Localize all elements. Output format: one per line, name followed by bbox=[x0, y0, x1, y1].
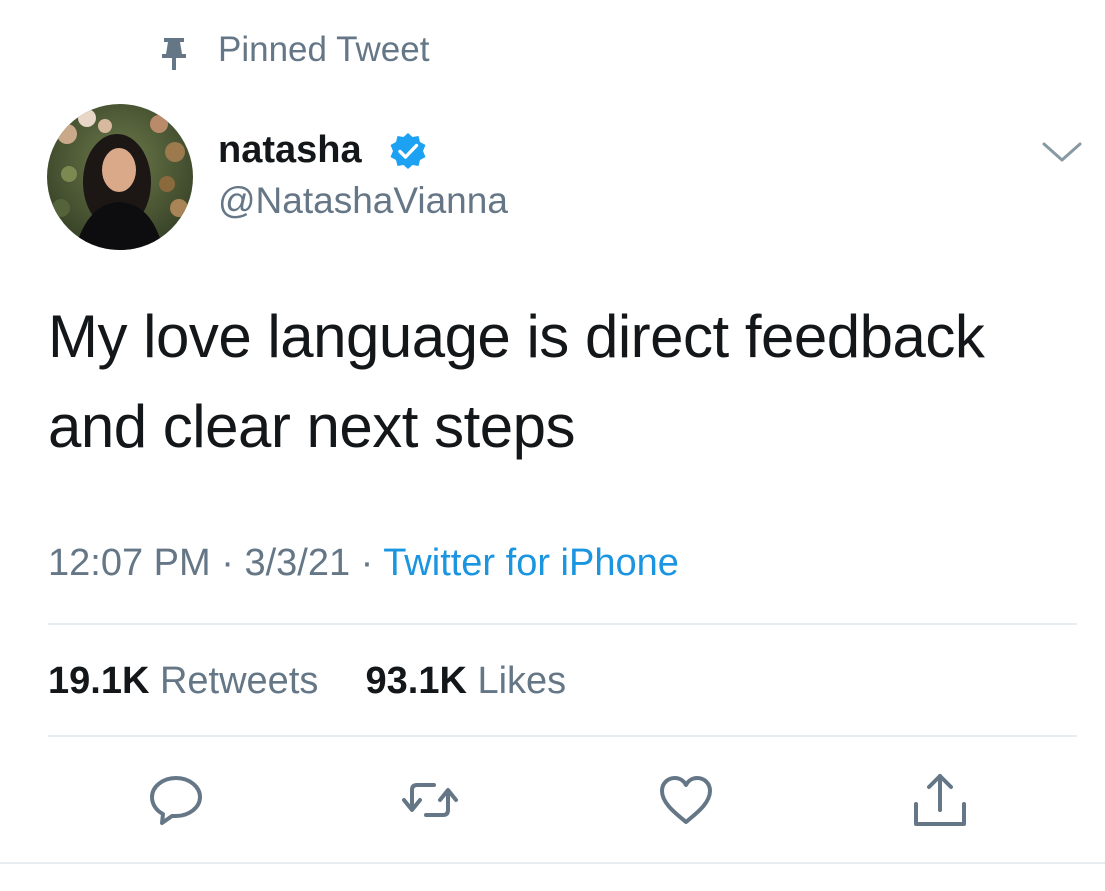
tweet-source-link[interactable]: Twitter for iPhone bbox=[383, 542, 679, 584]
retweets-stat[interactable]: 19.1K Retweets bbox=[48, 660, 329, 702]
divider bbox=[48, 623, 1077, 625]
pinned-tweet-label: Pinned Tweet bbox=[218, 30, 430, 69]
bottom-divider bbox=[0, 862, 1105, 864]
like-button[interactable] bbox=[656, 770, 716, 830]
retweet-button[interactable] bbox=[400, 770, 460, 830]
share-icon bbox=[914, 774, 966, 826]
reply-icon bbox=[150, 776, 202, 825]
tweet-stats: 19.1K Retweets 93.1K Likes bbox=[48, 658, 566, 704]
likes-label: Likes bbox=[477, 660, 567, 702]
meta-separator: · bbox=[360, 542, 374, 584]
avatar[interactable] bbox=[47, 104, 193, 250]
verified-badge-icon bbox=[388, 131, 428, 171]
tweet-text: My love language is direct feedback and … bbox=[48, 303, 985, 460]
user-handle[interactable]: @NatashaVianna bbox=[218, 179, 508, 223]
retweet-icon bbox=[402, 783, 458, 817]
likes-stat[interactable]: 93.1K Likes bbox=[366, 660, 567, 702]
heart-icon bbox=[660, 776, 712, 824]
divider bbox=[48, 735, 1077, 737]
tweet-meta: 12:07 PM · 3/3/21 · Twitter for iPhone bbox=[48, 540, 679, 586]
tweet-time: 12:07 PM bbox=[48, 542, 211, 584]
tweet-date: 3/3/21 bbox=[244, 542, 351, 584]
share-button[interactable] bbox=[910, 770, 970, 830]
pin-icon bbox=[160, 36, 188, 72]
meta-separator: · bbox=[221, 542, 234, 584]
retweets-label: Retweets bbox=[159, 660, 319, 702]
chevron-down-icon[interactable] bbox=[1040, 138, 1084, 166]
retweets-count: 19.1K bbox=[48, 660, 150, 702]
likes-count: 93.1K bbox=[365, 660, 467, 702]
display-name[interactable]: natasha bbox=[218, 128, 362, 172]
reply-button[interactable] bbox=[146, 770, 206, 830]
